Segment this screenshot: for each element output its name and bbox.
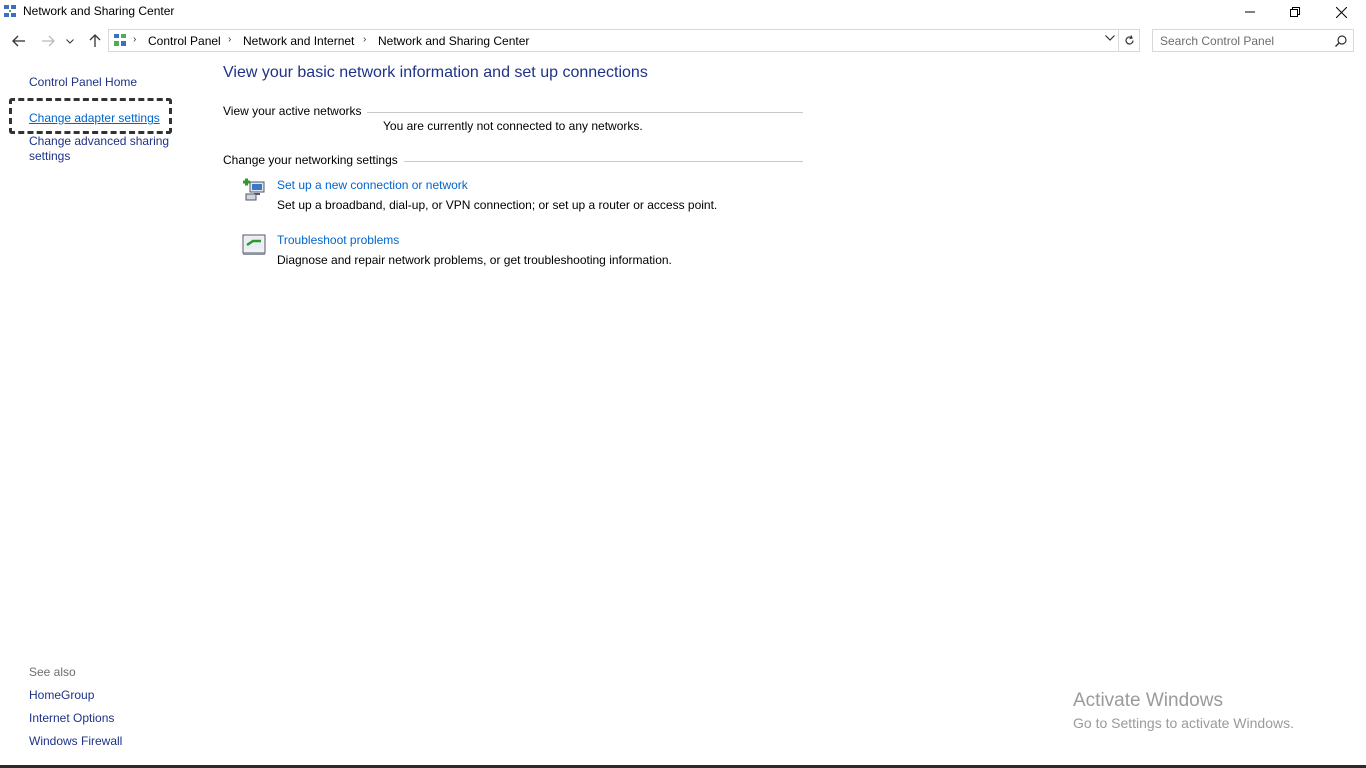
navigation-bar: › Control Panel › Network and Internet ›… bbox=[0, 28, 1366, 54]
control-panel-home-link[interactable]: Control Panel Home bbox=[29, 75, 137, 89]
minimize-button[interactable] bbox=[1227, 0, 1273, 24]
restore-button[interactable] bbox=[1272, 0, 1318, 24]
up-button[interactable] bbox=[84, 30, 106, 52]
networking-settings-heading: Change your networking settings bbox=[223, 153, 398, 167]
homegroup-link[interactable]: HomeGroup bbox=[29, 688, 94, 702]
forward-arrow-icon bbox=[42, 35, 55, 47]
restore-icon bbox=[1290, 7, 1300, 17]
setup-new-connection-link[interactable]: Set up a new connection or network bbox=[277, 178, 468, 192]
close-button[interactable] bbox=[1318, 0, 1364, 24]
back-arrow-icon bbox=[12, 35, 25, 47]
window-title: Network and Sharing Center bbox=[23, 4, 175, 18]
minimize-icon bbox=[1245, 11, 1255, 13]
breadcrumb-separator-icon[interactable]: › bbox=[228, 34, 231, 45]
connection-status-text: You are currently not connected to any n… bbox=[383, 119, 643, 133]
section-divider bbox=[367, 112, 803, 113]
refresh-button[interactable] bbox=[1119, 29, 1140, 52]
troubleshoot-problems-description: Diagnose and repair network problems, or… bbox=[277, 253, 672, 267]
left-task-pane: Control Panel Home Change adapter settin… bbox=[0, 56, 210, 768]
up-arrow-icon bbox=[89, 34, 101, 47]
new-connection-icon[interactable] bbox=[241, 176, 267, 202]
breadcrumb-network-and-sharing-center[interactable]: Network and Sharing Center bbox=[378, 34, 529, 48]
search-input[interactable] bbox=[1153, 30, 1323, 51]
forward-button[interactable] bbox=[37, 30, 59, 52]
title-bar: Network and Sharing Center bbox=[0, 0, 1366, 24]
network-center-icon bbox=[4, 5, 16, 17]
see-also-heading: See also bbox=[29, 665, 76, 679]
search-icon[interactable] bbox=[1335, 35, 1347, 47]
address-bar[interactable]: › Control Panel › Network and Internet ›… bbox=[108, 29, 1119, 52]
change-adapter-settings-link[interactable]: Change adapter settings bbox=[29, 111, 160, 125]
breadcrumb-separator-icon[interactable]: › bbox=[363, 34, 366, 45]
internet-options-link[interactable]: Internet Options bbox=[29, 711, 114, 725]
refresh-icon bbox=[1124, 35, 1134, 45]
section-divider bbox=[404, 161, 803, 162]
active-networks-heading: View your active networks bbox=[223, 104, 362, 118]
troubleshoot-icon[interactable] bbox=[241, 232, 267, 258]
chevron-down-icon[interactable] bbox=[1105, 35, 1115, 41]
change-advanced-sharing-settings-link[interactable]: Change advanced sharing settings bbox=[29, 134, 179, 164]
windows-firewall-link[interactable]: Windows Firewall bbox=[29, 734, 122, 748]
search-box[interactable] bbox=[1152, 29, 1354, 52]
close-icon bbox=[1335, 6, 1347, 18]
chevron-down-icon bbox=[66, 38, 74, 44]
troubleshoot-problems-link[interactable]: Troubleshoot problems bbox=[277, 233, 399, 247]
back-button[interactable] bbox=[8, 30, 30, 52]
activate-windows-subtitle: Go to Settings to activate Windows. bbox=[1073, 715, 1294, 731]
breadcrumb-control-panel[interactable]: Control Panel bbox=[148, 34, 221, 48]
breadcrumb-network-and-internet[interactable]: Network and Internet bbox=[243, 34, 354, 48]
recent-locations-button[interactable] bbox=[62, 30, 78, 52]
breadcrumb-separator-icon[interactable]: › bbox=[133, 34, 136, 45]
page-title: View your basic network information and … bbox=[223, 64, 648, 81]
activate-windows-title: Activate Windows bbox=[1073, 690, 1223, 711]
control-panel-icon bbox=[114, 34, 126, 46]
setup-new-connection-description: Set up a broadband, dial-up, or VPN conn… bbox=[277, 198, 718, 212]
